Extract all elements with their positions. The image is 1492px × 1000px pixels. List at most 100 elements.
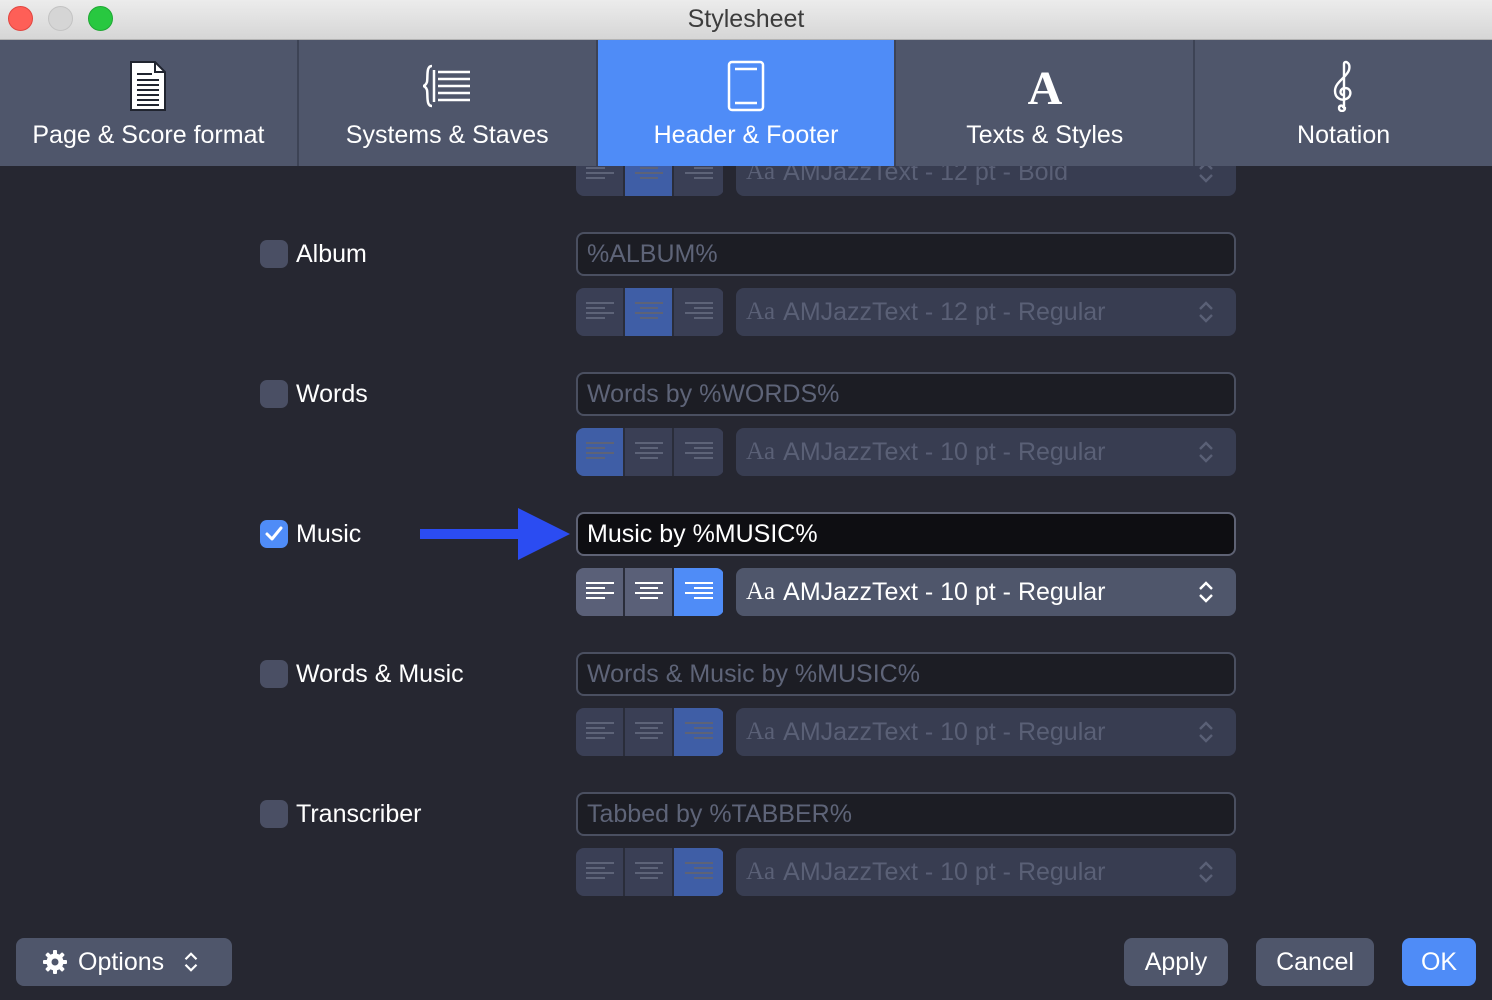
album-font-select[interactable]: Aa AMJazzText - 12 pt - Regular [736,288,1236,336]
options-button[interactable]: Options [16,938,232,986]
words-music-font-select[interactable]: Aa AMJazzText - 10 pt - Regular [736,708,1236,756]
words-music-text-field[interactable]: Words & Music by %MUSIC% [576,652,1236,696]
align-right-icon [684,302,713,319]
header-footer-icon [598,58,895,114]
album-text-field[interactable]: %ALBUM% [576,232,1236,276]
align-center-button[interactable] [625,428,674,476]
align-center-icon [634,442,663,459]
tab-systems-staves[interactable]: Systems & Staves [298,40,598,166]
tab-label: Texts & Styles [966,121,1124,149]
words-label: Words [296,379,368,408]
font-prefix: Aa [746,578,776,605]
align-left-button[interactable] [576,428,625,476]
up-down-chevron-icon [1199,301,1213,323]
tab-page-score-format[interactable]: Page & Score format [0,40,299,166]
align-right-button[interactable] [674,288,723,336]
tab-texts-styles[interactable]: A Texts & Styles [896,40,1196,166]
album-label: Album [296,239,367,268]
font-value: AMJazzText - 10 pt - Regular [783,437,1106,466]
align-right-icon [684,862,713,879]
music-label: Music [296,519,362,548]
align-center-button[interactable] [625,708,674,756]
music-text-field[interactable]: Music by %MUSIC% [576,512,1236,556]
gear-icon [43,950,67,974]
font-value: AMJazzText - 10 pt - Regular [783,577,1106,606]
font-value: AMJazzText - 10 pt - Regular [783,717,1106,746]
music-checkbox[interactable] [260,520,288,548]
words-row-label: Words [260,379,368,409]
up-down-chevron-icon [184,952,198,972]
words-music-label: Words & Music [296,659,464,688]
words-music-checkbox[interactable] [260,660,288,688]
words-alignment-group [576,428,724,476]
words-checkbox[interactable] [260,380,288,408]
svg-text:A: A [1027,64,1062,108]
align-center-button[interactable] [625,848,674,896]
transcriber-label: Transcriber [296,799,422,828]
font-prefix: Aa [746,858,776,885]
album-checkbox[interactable] [260,240,288,268]
words-font-select[interactable]: Aa AMJazzText - 10 pt - Regular [736,428,1236,476]
treble-clef-icon [1195,58,1492,114]
words-music-row-label: Words & Music [260,659,464,689]
align-center-icon [634,302,663,319]
apply-button[interactable]: Apply [1124,938,1228,986]
font-prefix: Aa [746,438,776,465]
up-down-chevron-icon [1199,721,1213,743]
transcriber-row-label: Transcriber [260,799,422,829]
window-title: Stylesheet [687,5,805,33]
align-right-icon [684,722,713,739]
align-left-icon [585,442,614,459]
font-value: AMJazzText - 12 pt - Regular [783,297,1106,326]
up-down-chevron-icon [1199,441,1213,463]
systems-staves-icon [299,58,596,114]
transcriber-checkbox[interactable] [260,800,288,828]
annotation-arrow-icon [420,508,570,560]
options-label: Options [78,947,165,976]
transcriber-font-select[interactable]: Aa AMJazzText - 10 pt - Regular [736,848,1236,896]
align-center-button[interactable] [625,568,674,616]
align-left-icon [585,302,614,319]
tab-label: Page & Score format [32,121,265,149]
words-music-alignment-group [576,708,724,756]
up-down-chevron-icon [1199,581,1213,603]
align-left-button[interactable] [576,568,625,616]
align-center-icon [634,722,663,739]
tab-header-footer[interactable]: Header & Footer [597,40,897,166]
tab-label: Notation [1297,121,1391,149]
tab-label: Systems & Staves [345,121,549,149]
align-left-button[interactable] [576,708,625,756]
words-text-field[interactable]: Words by %WORDS% [576,372,1236,416]
page-score-icon [0,58,297,114]
album-alignment-group [576,288,724,336]
font-value: AMJazzText - 10 pt - Regular [783,857,1106,886]
album-row-label: Album [260,239,367,269]
align-right-button[interactable] [674,428,723,476]
title-bar: Stylesheet [0,0,1492,40]
align-right-icon [684,442,713,459]
align-left-icon [585,722,614,739]
music-row-label: Music [260,519,361,549]
align-center-icon [634,862,663,879]
transcriber-alignment-group [576,848,724,896]
music-alignment-group [576,568,724,616]
texts-styles-icon: A [896,58,1193,114]
music-font-select[interactable]: Aa AMJazzText - 10 pt - Regular [736,568,1236,616]
cancel-button[interactable]: Cancel [1256,938,1374,986]
ok-button[interactable]: OK [1402,938,1476,986]
font-prefix: Aa [746,298,776,325]
align-right-button[interactable] [674,568,723,616]
align-left-button[interactable] [576,288,625,336]
align-right-button[interactable] [674,848,723,896]
tab-notation[interactable]: Notation [1195,40,1492,166]
align-right-button[interactable] [674,708,723,756]
tab-label: Header & Footer [653,121,839,149]
font-prefix: Aa [746,718,776,745]
align-left-button[interactable] [576,848,625,896]
transcriber-text-field[interactable]: Tabbed by %TABBER% [576,792,1236,836]
stylesheet-tabs: Page & Score format Systems & Staves Hea… [0,40,1492,166]
align-center-button[interactable] [625,288,674,336]
align-left-icon [585,862,614,879]
align-right-icon [684,582,713,599]
up-down-chevron-icon [1199,861,1213,883]
